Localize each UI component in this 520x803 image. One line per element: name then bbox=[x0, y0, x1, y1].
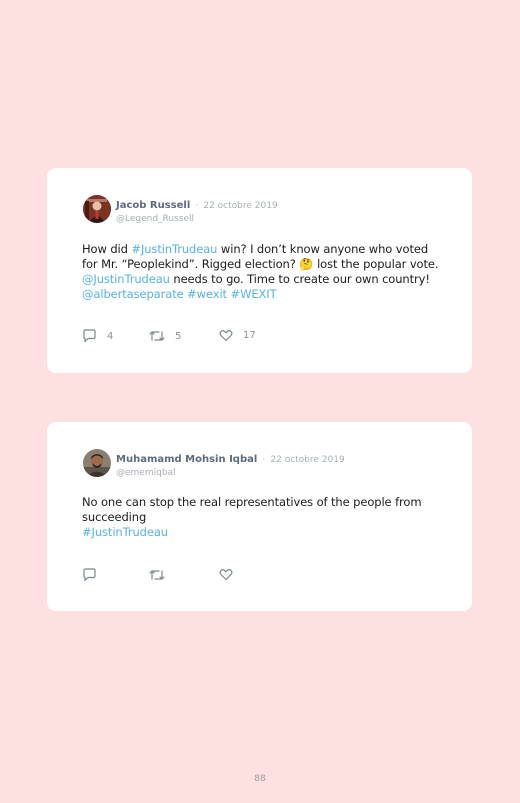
text-segment: needs to go. Time to create our own coun… bbox=[169, 272, 430, 286]
avatar[interactable] bbox=[83, 449, 111, 477]
reply-icon bbox=[83, 568, 96, 582]
text-segment: lost the popular vote. bbox=[313, 257, 439, 271]
thinking-face-emoji: 🤔 bbox=[299, 257, 314, 271]
separator: · bbox=[262, 455, 266, 465]
page-number: 88 bbox=[254, 774, 266, 784]
tweet-date[interactable]: 22 octobre 2019 bbox=[270, 455, 344, 465]
retweet-button[interactable] bbox=[149, 568, 165, 582]
tweet-text: How did #JustinTrudeau win? I don’t know… bbox=[82, 242, 442, 302]
author-handle[interactable]: @Legend_Russell bbox=[116, 213, 278, 225]
tweet-card: Jacob Russell · 22 octobre 2019 @Legend_… bbox=[47, 168, 472, 373]
text-segment: No one can stop the real representatives… bbox=[82, 495, 422, 524]
reply-button[interactable]: 4 bbox=[82, 329, 113, 343]
hashtag-link[interactable]: #wexit bbox=[187, 287, 227, 301]
tweet-actions bbox=[82, 568, 282, 584]
author-name[interactable]: Jacob Russell bbox=[116, 200, 190, 211]
tweet-actions: 4 5 17 bbox=[82, 329, 282, 345]
retweet-icon bbox=[149, 331, 165, 341]
hashtag-link[interactable]: #JustinTrudeau bbox=[82, 525, 168, 539]
heart-icon bbox=[219, 330, 233, 342]
author-name[interactable]: Muhamamd Mohsin Iqbal bbox=[116, 454, 257, 465]
retweet-icon bbox=[149, 570, 165, 580]
text-segment: How did bbox=[82, 242, 132, 256]
reply-button[interactable] bbox=[82, 568, 97, 582]
hashtag-link[interactable]: #JustinTrudeau bbox=[131, 242, 217, 256]
mention-link[interactable]: @albertaseparate bbox=[82, 287, 184, 301]
reply-icon bbox=[83, 329, 96, 343]
like-button[interactable]: 17 bbox=[219, 329, 256, 342]
like-button[interactable] bbox=[219, 568, 233, 581]
reply-count: 4 bbox=[107, 330, 114, 342]
mention-link[interactable]: @JustinTrudeau bbox=[82, 272, 170, 286]
tweet-header: Muhamamd Mohsin Iqbal · 22 octobre 2019 … bbox=[116, 451, 345, 479]
tweet-text: No one can stop the real representatives… bbox=[82, 495, 442, 540]
separator: · bbox=[195, 201, 199, 211]
tweet-card: Muhamamd Mohsin Iqbal · 22 octobre 2019 … bbox=[47, 422, 472, 611]
tweet-header: Jacob Russell · 22 octobre 2019 @Legend_… bbox=[116, 197, 278, 225]
retweet-button[interactable]: 5 bbox=[149, 329, 181, 343]
retweet-count: 5 bbox=[175, 330, 182, 342]
heart-icon bbox=[219, 569, 233, 581]
tweet-date[interactable]: 22 octobre 2019 bbox=[203, 201, 277, 211]
avatar[interactable] bbox=[83, 195, 111, 223]
author-handle[interactable]: @ememiqbal bbox=[116, 467, 345, 479]
like-count: 17 bbox=[243, 330, 256, 341]
hashtag-link[interactable]: #WEXIT bbox=[231, 287, 277, 301]
